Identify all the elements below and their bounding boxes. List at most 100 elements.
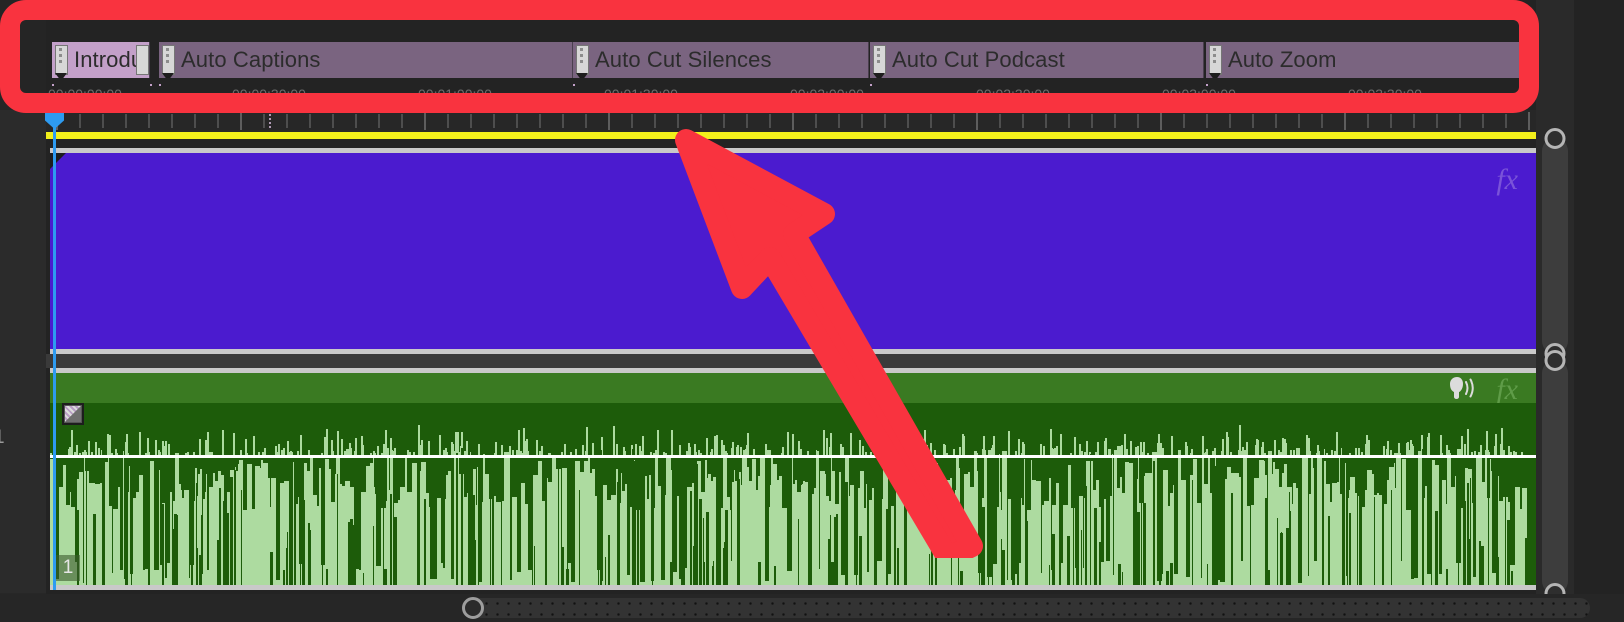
waveform-dropout [287, 532, 288, 585]
vertical-scrollbar[interactable] [1536, 0, 1574, 604]
fx-icon[interactable]: fx [1496, 165, 1518, 195]
timeline-ruler[interactable] [46, 110, 1536, 132]
waveform-dropout [713, 561, 714, 585]
waveform-spike [418, 424, 420, 455]
clip-thumbnail-badge[interactable] [62, 403, 84, 425]
waveform-spike [959, 446, 961, 455]
waveform-dropout [102, 503, 105, 585]
waveform-dropout [337, 474, 338, 585]
waveform-spike [1461, 436, 1463, 456]
waveform-spike [830, 432, 832, 455]
waveform-dropout [1166, 571, 1169, 585]
waveform-spike [349, 447, 351, 456]
waveform-bar [839, 472, 841, 585]
waveform-dropout [1446, 569, 1448, 585]
waveform-dropout [1458, 535, 1459, 585]
marker-2[interactable]: Auto Cut Silences [573, 42, 869, 78]
ruler-tick [631, 114, 633, 128]
work-area-bar[interactable] [46, 132, 1536, 139]
ruler-tick [1091, 114, 1093, 128]
ruler-marker-tick [269, 114, 271, 128]
waveform-dropout [605, 557, 606, 585]
track-header-v2[interactable] [0, 110, 46, 149]
video-clip[interactable]: fx [50, 148, 1536, 354]
ruler-tick [792, 112, 794, 130]
waveform-dropout [270, 552, 273, 585]
speaker-icon[interactable] [1446, 376, 1476, 400]
ruler-tick [953, 114, 955, 128]
horizontal-zoom-handle-left[interactable] [462, 597, 484, 619]
waveform-spike [536, 444, 538, 455]
waveform-spike [155, 439, 157, 455]
waveform-dropout [894, 452, 896, 585]
marker-3[interactable]: Auto Cut Podcast [870, 42, 1204, 78]
waveform-dropout [534, 546, 535, 585]
waveform-dropout [1286, 528, 1289, 585]
audio-clip[interactable]: fx 1 [50, 368, 1536, 590]
track-header-a1[interactable] [0, 358, 46, 594]
waveform-dropout [131, 503, 132, 585]
waveform-spike [337, 431, 339, 456]
waveform-spike [383, 443, 385, 455]
waveform-dropout [1052, 534, 1055, 585]
waveform-spike [439, 434, 441, 455]
waveform-dropout [1488, 477, 1489, 585]
horizontal-scroll-thumb[interactable] [470, 598, 1590, 618]
waveform-dropout [835, 526, 837, 585]
waveform-dropout [1099, 542, 1101, 585]
waveform-spike [740, 446, 742, 455]
waveform-dropout [1137, 512, 1140, 585]
waveform-dropout [424, 499, 426, 585]
track-row-v2[interactable] [46, 139, 1536, 148]
ruler-tick [194, 114, 196, 128]
horizontal-scrollbar[interactable] [0, 594, 1624, 622]
timeline-panel: 1 Introdu Auto Captions Auto Cut Silences A… [0, 0, 1624, 622]
track-header-v1[interactable] [0, 148, 46, 359]
track-resize-handle-top[interactable] [1544, 350, 1566, 371]
marker-flag-icon [55, 45, 68, 78]
waveform-dropout [845, 482, 848, 585]
waveform-dropout [725, 510, 728, 585]
waveform-spike [723, 445, 725, 456]
waveform-center-line [50, 455, 1536, 458]
waveform-dropout [737, 479, 740, 585]
waveform-dropout [1357, 440, 1358, 585]
marker-4[interactable]: Auto Zoom [1206, 42, 1536, 78]
waveform-dropout [197, 548, 198, 585]
waveform-spike [1227, 437, 1229, 456]
vertical-scroll-thumb-audio[interactable] [1542, 350, 1568, 604]
waveform-dropout [490, 494, 491, 585]
waveform-dropout [897, 548, 899, 585]
waveform-spike [509, 446, 511, 456]
marker-flag-icon [162, 45, 175, 78]
waveform-dropout [1073, 502, 1074, 585]
waveform-spike [765, 444, 767, 456]
audio-waveform: 1 [50, 403, 1536, 585]
timecode-label-7: 00:03:30:00 [1348, 86, 1422, 102]
waveform-bar [625, 484, 627, 585]
marker-1[interactable]: Auto Captions [159, 42, 573, 78]
waveform-dropout [219, 488, 221, 585]
waveform-dropout [1207, 564, 1208, 585]
ruler-tick [1068, 114, 1070, 128]
waveform-spike [88, 441, 90, 456]
vertical-scroll-thumb-video[interactable] [1542, 128, 1568, 364]
fx-icon[interactable]: fx [1496, 375, 1518, 405]
timecode-label-1: 00:00:30:00 [232, 86, 306, 102]
waveform-dropout [1094, 508, 1097, 585]
ruler-tick [148, 114, 150, 128]
waveform-dropout [373, 526, 374, 585]
marker-flag-icon [576, 45, 589, 78]
ruler-tick [470, 114, 472, 128]
track-resize-handle-top[interactable] [1544, 128, 1566, 149]
marker-track[interactable]: Introdu Auto Captions Auto Cut Silences Aut… [46, 0, 1536, 84]
waveform-dropout [532, 484, 533, 585]
waveform-bar [1112, 454, 1113, 585]
waveform-spike [1104, 440, 1106, 455]
marker-0[interactable]: Introdu [52, 42, 150, 78]
waveform-spike [1508, 445, 1510, 455]
waveform-spike [421, 439, 423, 455]
waveform-dropout [828, 539, 830, 585]
playhead-line[interactable] [53, 110, 56, 590]
ruler-tick [1137, 114, 1139, 128]
